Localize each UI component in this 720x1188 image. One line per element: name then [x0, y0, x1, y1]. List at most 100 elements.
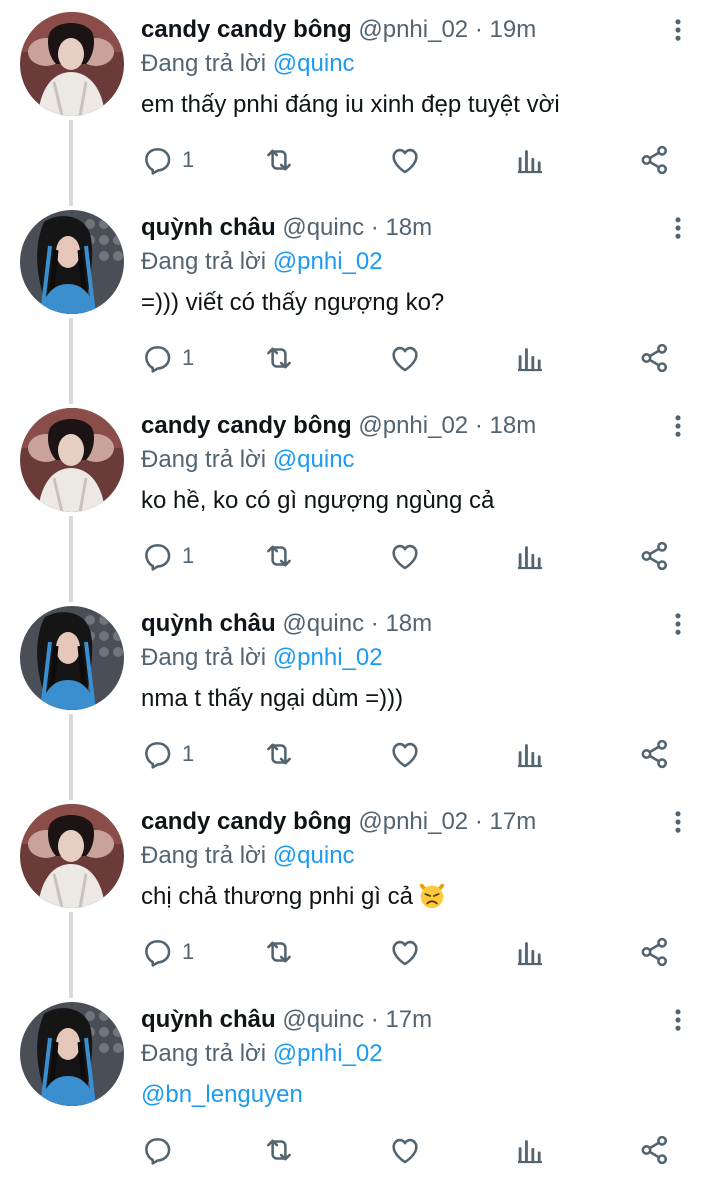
- retweet-button[interactable]: [262, 140, 296, 180]
- user-handle[interactable]: @quinc: [282, 214, 364, 241]
- analytics-button[interactable]: [513, 734, 547, 774]
- timestamp[interactable]: 18m: [385, 610, 432, 637]
- share-button[interactable]: [638, 536, 672, 576]
- reply-count: 1: [182, 939, 195, 964]
- analytics-button[interactable]: [513, 1130, 547, 1170]
- like-button[interactable]: [388, 734, 422, 774]
- reply-button[interactable]: 1: [140, 536, 194, 576]
- replying-prefix: Đang trả lời: [141, 446, 267, 473]
- replying-mention[interactable]: @pnhi_02: [273, 644, 383, 671]
- like-icon: [388, 737, 422, 771]
- like-button[interactable]: [388, 1130, 422, 1170]
- share-icon: [638, 143, 672, 177]
- like-icon: [388, 1133, 422, 1167]
- display-name[interactable]: candy candy bông: [141, 412, 352, 439]
- reply-button[interactable]: 1: [140, 734, 194, 774]
- analytics-button[interactable]: [513, 338, 547, 378]
- display-name[interactable]: quỳnh châu: [141, 610, 276, 637]
- more-options-icon[interactable]: [664, 806, 692, 838]
- retweet-button[interactable]: [262, 338, 296, 378]
- separator-dot: ·: [474, 16, 483, 43]
- analytics-button[interactable]: [513, 932, 547, 972]
- retweet-button[interactable]: [262, 734, 296, 774]
- share-button[interactable]: [638, 932, 672, 972]
- tweet-text: @bn_lenguyen: [141, 1078, 303, 1112]
- more-options-icon[interactable]: [664, 1004, 692, 1036]
- pouting-cat-emoji: [417, 880, 447, 910]
- avatar[interactable]: [20, 12, 124, 116]
- replying-mention[interactable]: @pnhi_02: [273, 1040, 383, 1067]
- like-icon: [388, 341, 422, 375]
- separator-dot: ·: [370, 214, 379, 241]
- share-button[interactable]: [638, 140, 672, 180]
- reply-button[interactable]: 1: [140, 932, 194, 972]
- user-handle[interactable]: @quinc: [282, 1006, 364, 1033]
- analytics-icon: [513, 539, 547, 573]
- share-button[interactable]: [638, 338, 672, 378]
- tweet-header: candy candy bông @pnhi_02 · 19m: [141, 14, 536, 46]
- reply-button[interactable]: 1: [140, 140, 194, 180]
- tweet-text-content: @bn_lenguyen: [141, 1081, 303, 1108]
- tweet[interactable]: candy candy bông @pnhi_02 · 17m Đang trả…: [0, 792, 720, 990]
- display-name[interactable]: quỳnh châu: [141, 214, 276, 241]
- timestamp[interactable]: 17m: [385, 1006, 432, 1033]
- replying-mention[interactable]: @pnhi_02: [273, 248, 383, 275]
- tweet[interactable]: quỳnh châu @quinc · 18m Đang trả lời @pn…: [0, 594, 720, 792]
- retweet-button[interactable]: [262, 932, 296, 972]
- timestamp[interactable]: 19m: [490, 16, 537, 43]
- like-button[interactable]: [388, 140, 422, 180]
- tweet-actions: 1: [0, 338, 720, 378]
- share-button[interactable]: [638, 1130, 672, 1170]
- replying-mention[interactable]: @quinc: [273, 446, 355, 473]
- like-icon: [388, 539, 422, 573]
- retweet-button[interactable]: [262, 536, 296, 576]
- like-button[interactable]: [388, 338, 422, 378]
- analytics-button[interactable]: [513, 536, 547, 576]
- more-options-icon[interactable]: [664, 212, 692, 244]
- tweet-header: candy candy bông @pnhi_02 · 18m: [141, 410, 536, 442]
- avatar-quinc: [20, 210, 124, 314]
- like-button[interactable]: [388, 932, 422, 972]
- replying-to: Đang trả lời @pnhi_02: [141, 1038, 383, 1070]
- more-options-icon[interactable]: [664, 14, 692, 46]
- display-name[interactable]: candy candy bông: [141, 808, 352, 835]
- tweet[interactable]: quỳnh châu @quinc · 18m Đang trả lời @pn…: [0, 198, 720, 396]
- reply-count: 1: [182, 345, 195, 370]
- retweet-icon: [262, 935, 296, 969]
- tweet[interactable]: candy candy bông @pnhi_02 · 18m Đang trả…: [0, 396, 720, 594]
- more-options-icon[interactable]: [664, 608, 692, 640]
- tweet-header: quỳnh châu @quinc · 18m: [141, 212, 432, 244]
- avatar[interactable]: [20, 1002, 124, 1106]
- share-icon: [638, 935, 672, 969]
- timestamp[interactable]: 18m: [490, 412, 537, 439]
- timestamp[interactable]: 17m: [490, 808, 537, 835]
- avatar[interactable]: [20, 408, 124, 512]
- analytics-icon: [513, 737, 547, 771]
- retweet-button[interactable]: [262, 1130, 296, 1170]
- avatar[interactable]: [20, 210, 124, 314]
- reply-button[interactable]: 1: [140, 338, 194, 378]
- more-options-icon[interactable]: [664, 410, 692, 442]
- user-handle[interactable]: @pnhi_02: [358, 808, 468, 835]
- user-handle[interactable]: @quinc: [282, 610, 364, 637]
- replying-mention[interactable]: @quinc: [273, 50, 355, 77]
- tweet[interactable]: candy candy bông @pnhi_02 · 19m Đang trả…: [0, 0, 720, 198]
- user-handle[interactable]: @pnhi_02: [358, 16, 468, 43]
- replying-mention[interactable]: @quinc: [273, 842, 355, 869]
- replying-prefix: Đang trả lời: [141, 1040, 267, 1067]
- avatar[interactable]: [20, 804, 124, 908]
- tweet[interactable]: quỳnh châu @quinc · 17m Đang trả lời @pn…: [0, 990, 720, 1188]
- share-button[interactable]: [638, 734, 672, 774]
- display-name[interactable]: candy candy bông: [141, 16, 352, 43]
- tweet-header: quỳnh châu @quinc · 17m: [141, 1004, 432, 1036]
- timestamp[interactable]: 18m: [385, 214, 432, 241]
- avatar[interactable]: [20, 606, 124, 710]
- user-handle[interactable]: @pnhi_02: [358, 412, 468, 439]
- replying-to: Đang trả lời @quinc: [141, 444, 355, 476]
- display-name[interactable]: quỳnh châu: [141, 1006, 276, 1033]
- reply-button[interactable]: [140, 1130, 182, 1170]
- tweet-actions: [0, 1130, 720, 1170]
- like-button[interactable]: [388, 536, 422, 576]
- separator-dot: ·: [474, 808, 483, 835]
- analytics-button[interactable]: [513, 140, 547, 180]
